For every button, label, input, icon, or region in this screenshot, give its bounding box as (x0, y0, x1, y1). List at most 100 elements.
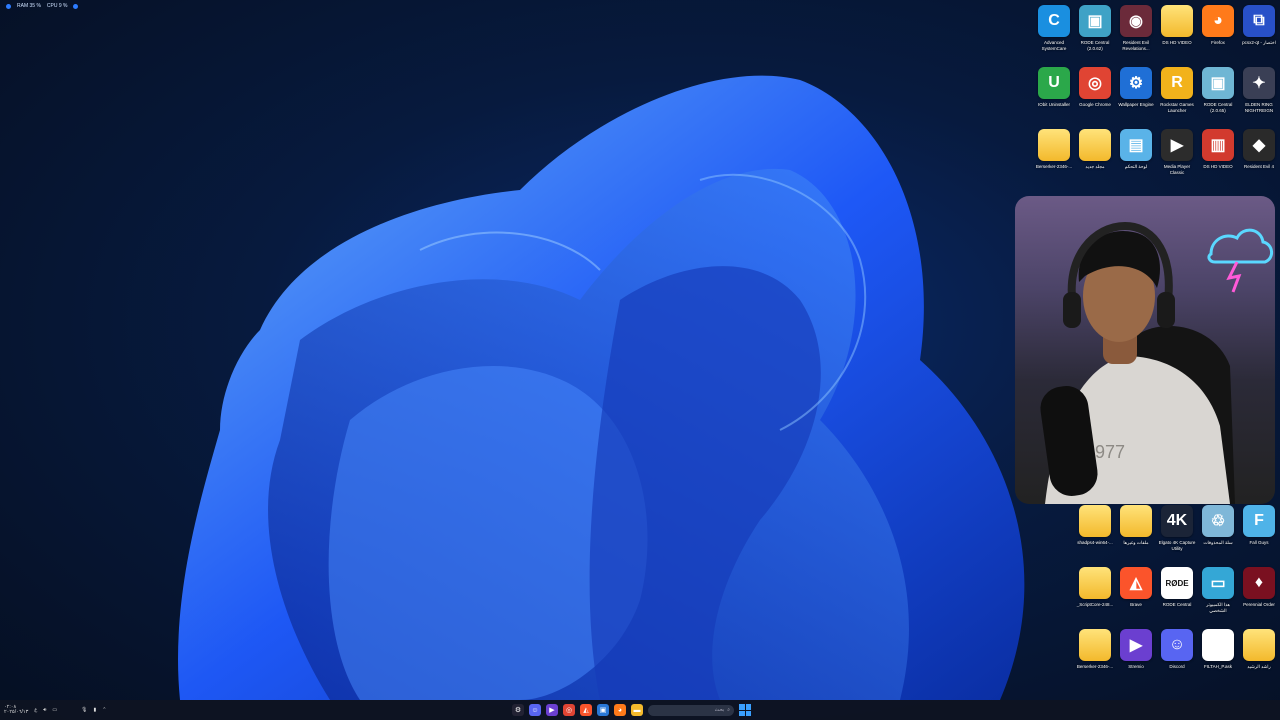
desktop-icon-label: Fall Guys (1249, 540, 1269, 545)
chevron-up-icon[interactable]: ⌃ (102, 707, 106, 713)
desktop-icon[interactable]: ◭ Brave (1116, 567, 1156, 608)
desktop-icon-label: مجلد جديد (1085, 164, 1105, 169)
system-stats: RAM 35 % CPU 9 % (6, 3, 79, 9)
app-icon: ◉ (1120, 5, 1152, 37)
desktop-icon[interactable]: ◎ Google Chrome (1075, 67, 1115, 108)
clock[interactable]: ٠٢:٠٨ ٢٠٢٥/٠٦/١٣ (4, 705, 28, 715)
desktop-icon[interactable]: ✦ ELDEN RING NIGHTREIGN (1239, 67, 1279, 114)
desktop-icon[interactable]: ⧉ pcsx2-qt - اختصار (1239, 5, 1279, 46)
desktop-icon-label: FILTAH_P.ask (1203, 664, 1232, 669)
desktop-icon-label: سلة المحذوفات (1203, 540, 1233, 545)
taskbar-store-icon[interactable]: ▣ (597, 704, 609, 716)
desktop-icon-label: Stremio (1128, 664, 1144, 669)
desktop-icon[interactable]: F Fall Guys (1239, 505, 1279, 546)
desktop-icon[interactable]: مجلد جديد (1075, 129, 1115, 170)
desktop-icon-label: Resident Evil Revelations... (1122, 40, 1150, 51)
desktop-icon[interactable]: ملفات وغيرها (1116, 505, 1156, 546)
desktop-icon[interactable]: ▶ Media Player Classic (1157, 129, 1197, 176)
desktop-icon-label: DS HD VIDEO (1162, 40, 1192, 45)
desktop-icon[interactable]: ♲ سلة المحذوفات (1198, 505, 1238, 546)
desktop-icon-label: RODE Central (1162, 602, 1192, 607)
taskbar-apps: ⚙ ☺ ▶ ◎ ◭ ▣ ◕ ▬ بحث ⌕ (512, 700, 751, 720)
app-icon: ◕ (1202, 5, 1234, 37)
desktop-icon[interactable]: ▣ RODE Central (2.0.65) (1198, 67, 1238, 114)
desktop-icon[interactable]: ▶ Stremio (1116, 629, 1156, 670)
desktop-icon[interactable]: R Rockstar Games Launcher (1157, 67, 1197, 114)
app-icon: ▤ (1120, 129, 1152, 161)
desktop-icon[interactable]: ♦ Perennial Order (1239, 567, 1279, 608)
network-icon[interactable]: ▭ (52, 707, 57, 713)
desktop-icon-label: Berserker-2346-... (1076, 664, 1114, 669)
taskbar-stremio-icon[interactable]: ▶ (546, 704, 558, 716)
desktop-icon[interactable]: ◆ Resident Evil 4 (1239, 129, 1279, 170)
desktop-icon-label: Brave (1130, 602, 1142, 607)
app-icon (1079, 567, 1111, 599)
volume-icon[interactable]: 🔊︎ (43, 707, 46, 713)
desktop-icon-label: راشد الرشيد (1247, 664, 1271, 669)
app-icon: R (1161, 67, 1193, 99)
desktop-icon[interactable]: U IObit Uninstaller (1034, 67, 1074, 108)
app-icon: ⧉ (1243, 5, 1275, 37)
desktop-icon[interactable]: ⚙ Wallpaper Engine (1116, 67, 1156, 108)
microphone-icon[interactable]: 🎙︎ (81, 707, 87, 713)
taskbar-settings-icon[interactable]: ⚙ (512, 704, 524, 716)
app-icon: ♦ (1243, 567, 1275, 599)
app-icon: ⚙ (1120, 67, 1152, 99)
app-icon (1079, 505, 1111, 537)
taskbar-search-input[interactable]: بحث ⌕ (648, 704, 734, 716)
desktop-icon-label: _ScriptCore-248... (1076, 602, 1114, 607)
taskbar-firefox-icon[interactable]: ◕ (614, 704, 626, 716)
desktop-icon[interactable]: FILTAH_P.ask (1198, 629, 1238, 670)
desktop-icon-label: ملفات وغيرها (1123, 540, 1149, 545)
desktop-icon-label: Berserker-2346-... (1035, 164, 1073, 169)
taskbar-discord-icon[interactable]: ☺ (529, 704, 541, 716)
desktop-icon-label: Rockstar Games Launcher (1160, 102, 1194, 113)
desktop-icon-label: هذا الكمبيوتر الشخصي (1206, 602, 1230, 613)
clock-date: ٢٠٢٥/٠٦/١٣ (4, 709, 29, 715)
language-indicator[interactable]: ع (34, 707, 37, 713)
desktop-icon[interactable]: ▥ DS HD VIDEO (1198, 129, 1238, 170)
app-icon: ◆ (1243, 129, 1275, 161)
desktop-icon[interactable]: راشد الرشيد (1239, 629, 1279, 670)
taskbar-brave-icon[interactable]: ◭ (580, 704, 592, 716)
desktop-icon-label: Resident Evil 4 (1243, 164, 1274, 169)
app-icon (1243, 629, 1275, 661)
app-icon: U (1038, 67, 1070, 99)
app-icon: ▶ (1120, 629, 1152, 661)
desktop-icon-label: Wallpaper Engine (1118, 102, 1154, 107)
battery-icon[interactable]: ▮ (94, 707, 97, 713)
desktop-icon[interactable]: Berserker-2346-... (1034, 129, 1074, 170)
start-button[interactable] (739, 704, 751, 716)
app-icon (1202, 629, 1234, 661)
desktop-icon[interactable]: C Advanced SystemCare (1034, 5, 1074, 52)
desktop-icon-label: Perennial Order (1243, 602, 1275, 607)
desktop-icon[interactable]: ▭ هذا الكمبيوتر الشخصي (1198, 567, 1238, 614)
desktop-icon-label: Discord (1169, 664, 1185, 669)
desktop-icon[interactable]: _ScriptCore-248... (1075, 567, 1115, 608)
desktop-icon[interactable]: ◕ Firefox (1198, 5, 1238, 46)
desktop-icon-label: لوحة التحكم (1124, 164, 1148, 169)
desktop-icon[interactable]: RØDE RODE Central (1157, 567, 1197, 608)
desktop-icon[interactable]: ▣ RODE Central (2.0.62) (1075, 5, 1115, 52)
desktop-icon[interactable]: 4K Elgato 4K Capture Utility (1157, 505, 1197, 552)
taskbar-chrome-icon[interactable]: ◎ (563, 704, 575, 716)
desktop-icon[interactable]: shadps4-win64-... (1075, 505, 1115, 546)
app-icon: ▥ (1202, 129, 1234, 161)
desktop-icon[interactable]: ☺ Discord (1157, 629, 1197, 670)
cpu-usage: CPU 9 % (46, 3, 68, 9)
app-icon (1161, 5, 1193, 37)
desktop-icon-label: Firefox (1211, 40, 1225, 45)
app-icon: ▣ (1202, 67, 1234, 99)
desktop-icon-label: Media Player Classic (1163, 164, 1191, 175)
app-icon (1079, 129, 1111, 161)
desktop-icon[interactable]: ◉ Resident Evil Revelations... (1116, 5, 1156, 52)
desktop-icon-label: RODE Central (2.0.65) (1203, 102, 1233, 113)
stats-indicator-icon (73, 3, 79, 9)
system-tray: ٠٢:٠٨ ٢٠٢٥/٠٦/١٣ ع 🔊︎ ▭ 🎙︎ ▮ ⌃ (4, 700, 106, 720)
desktop-icon[interactable]: Berserker-2346-... (1075, 629, 1115, 670)
desktop-icon[interactable]: DS HD VIDEO (1157, 5, 1197, 46)
desktop-icon[interactable]: ▤ لوحة التحكم (1116, 129, 1156, 170)
app-icon: F (1243, 505, 1275, 537)
app-icon (1038, 129, 1070, 161)
taskbar-explorer-icon[interactable]: ▬ (631, 704, 643, 716)
